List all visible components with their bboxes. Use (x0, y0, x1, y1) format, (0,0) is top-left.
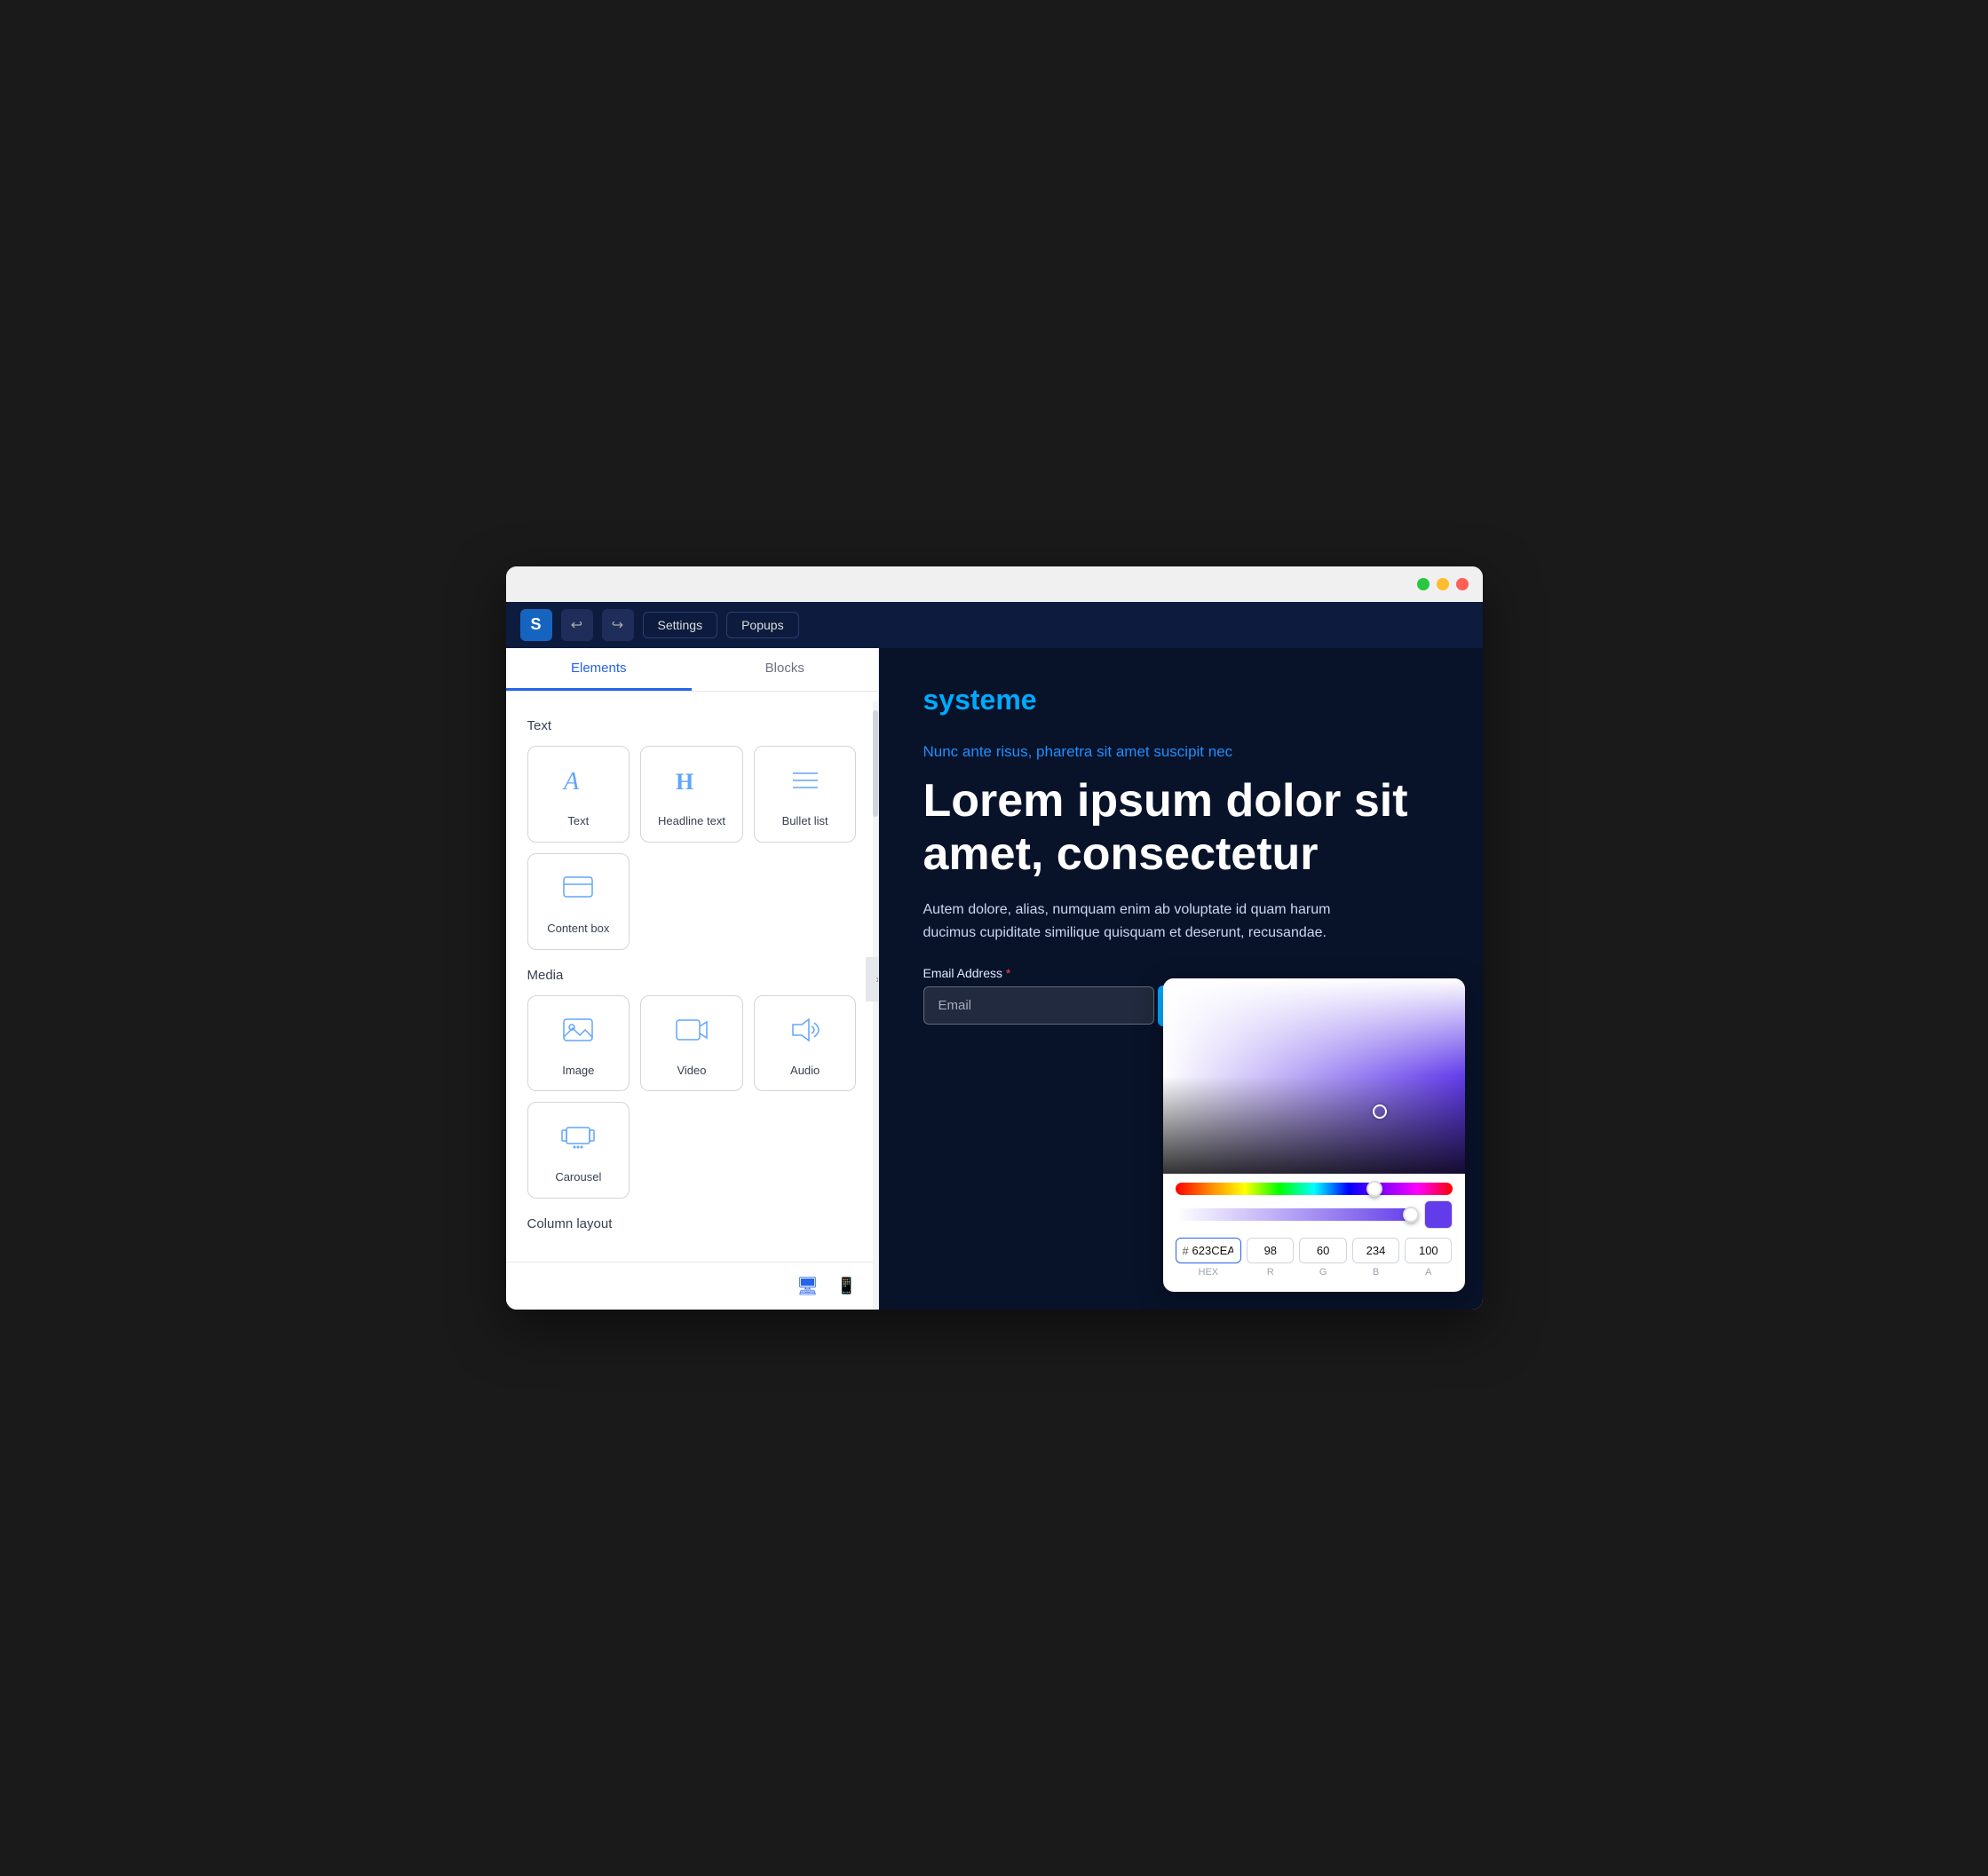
b-field: B (1352, 1238, 1399, 1278)
undo-button[interactable]: ↩ (561, 609, 593, 641)
settings-button[interactable]: Settings (643, 612, 718, 638)
alpha-thumb (1403, 1207, 1419, 1223)
a-label: A (1425, 1267, 1431, 1278)
element-text-label: Text (567, 814, 589, 829)
alpha-row (1176, 1200, 1453, 1229)
r-field: R (1247, 1238, 1294, 1278)
dot-green (1417, 578, 1430, 590)
section-text-label: Text (527, 718, 857, 733)
mobile-view-button[interactable]: 📱 (833, 1273, 859, 1299)
element-audio-label: Audio (790, 1064, 820, 1079)
a-input[interactable] (1405, 1238, 1452, 1263)
hue-slider[interactable] (1176, 1183, 1453, 1195)
element-image[interactable]: Image (527, 995, 630, 1092)
video-icon (674, 1012, 709, 1055)
b-input[interactable] (1352, 1238, 1399, 1263)
text-elements-grid: A Text H Headline text (527, 746, 857, 950)
headline-icon: H (674, 763, 709, 805)
tab-blocks[interactable]: Blocks (692, 648, 878, 691)
b-label: B (1373, 1267, 1379, 1278)
left-panel: Elements Blocks Text A Text (506, 648, 879, 1310)
element-headline[interactable]: H Headline text (640, 746, 743, 843)
email-input[interactable] (923, 986, 1154, 1025)
svg-text:H: H (676, 769, 693, 795)
color-gradient[interactable] (1163, 978, 1465, 1174)
color-swatch (1424, 1200, 1453, 1229)
alpha-slider[interactable] (1176, 1208, 1417, 1221)
collapse-handle[interactable]: › (866, 957, 879, 1001)
element-carousel[interactable]: Carousel (527, 1102, 630, 1199)
brand-name: systeme (923, 684, 1438, 716)
element-bulletlist-label: Bullet list (782, 814, 828, 829)
element-carousel-label: Carousel (555, 1170, 601, 1185)
element-video[interactable]: Video (640, 995, 743, 1092)
media-elements-grid: Image Video (527, 995, 857, 1199)
device-toolbar: 🖥 📱 (506, 1262, 878, 1310)
tab-elements[interactable]: Elements (506, 648, 693, 691)
g-input[interactable] (1299, 1238, 1346, 1263)
panel-content: Text A Text (506, 692, 878, 1263)
preview-subtitle: Nunc ante risus, pharetra sit amet susci… (923, 743, 1438, 761)
section-column-label: Column layout (527, 1216, 857, 1231)
hex-label: HEX (1199, 1267, 1219, 1278)
logo: S (520, 609, 552, 641)
r-label: R (1267, 1267, 1274, 1278)
desktop-view-button[interactable]: 🖥 (793, 1271, 822, 1301)
form-label: Email Address * (923, 966, 1438, 980)
element-contentbox-label: Content box (547, 922, 609, 937)
app-window: S ↩ ↪ Settings Popups Elements Blocks Te… (506, 566, 1483, 1310)
required-star: * (1006, 966, 1010, 980)
element-video-label: Video (677, 1064, 706, 1079)
redo-button[interactable]: ↪ (602, 609, 634, 641)
carousel-icon (560, 1119, 596, 1161)
element-contentbox[interactable]: Content box (527, 853, 630, 950)
preview-panel: systeme Nunc ante risus, pharetra sit am… (879, 648, 1483, 1310)
element-audio[interactable]: Audio (754, 995, 857, 1092)
picker-controls (1163, 1174, 1465, 1229)
element-headline-label: Headline text (658, 814, 725, 829)
section-media-label: Media (527, 968, 857, 983)
dot-red (1456, 578, 1469, 590)
g-field: G (1299, 1238, 1346, 1278)
element-bulletlist[interactable]: Bullet list (754, 746, 857, 843)
a-field: A (1405, 1238, 1452, 1278)
form-label-text: Email Address (923, 966, 1002, 980)
element-image-label: Image (562, 1064, 594, 1079)
image-icon (560, 1012, 596, 1055)
r-input[interactable] (1247, 1238, 1294, 1263)
audio-icon (788, 1012, 823, 1055)
preview-hero-title: Lorem ipsum dolor sit amet, consectetur (923, 775, 1438, 882)
panel-tabs: Elements Blocks (506, 648, 878, 692)
color-values: HEX R G B A (1163, 1238, 1465, 1278)
popups-button[interactable]: Popups (726, 612, 798, 638)
hex-input[interactable] (1176, 1238, 1242, 1263)
scroll-thumb (873, 710, 878, 817)
main-layout: Elements Blocks Text A Text (506, 648, 1483, 1310)
scrollbar[interactable] (873, 701, 878, 1310)
g-label: G (1319, 1267, 1327, 1278)
element-text[interactable]: A Text (527, 746, 630, 843)
hue-thumb (1366, 1181, 1382, 1197)
hex-field: HEX (1176, 1238, 1242, 1278)
title-bar (506, 566, 1483, 602)
color-picker: HEX R G B A (1163, 978, 1465, 1292)
color-picker-cursor (1373, 1104, 1387, 1119)
text-icon: A (560, 763, 596, 805)
contentbox-icon (560, 870, 596, 913)
bulletlist-icon (788, 763, 823, 805)
svg-text:A: A (562, 768, 580, 796)
preview-description: Autem dolore, alias, numquam enim ab vol… (923, 898, 1367, 944)
toolbar: S ↩ ↪ Settings Popups (506, 602, 1483, 648)
dot-yellow (1437, 578, 1449, 590)
